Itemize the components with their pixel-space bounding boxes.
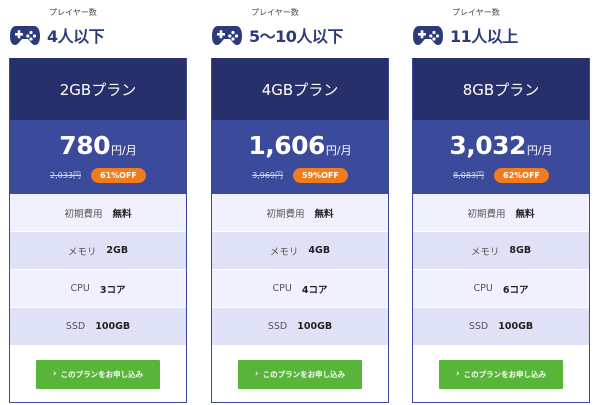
- player-count-header: プレイヤー数 4人以下: [9, 0, 187, 58]
- spec-label: CPU: [70, 283, 90, 294]
- spec-value: 6コア: [502, 284, 529, 296]
- price: 1,606円/月: [212, 131, 388, 160]
- plan-card: 2GBプラン 780円/月 2,033円 61%OFF 初期費用 無料 メモリ …: [9, 58, 187, 403]
- player-count-header: プレイヤー数 5～10人以下: [211, 0, 389, 58]
- original-price: 8,083円: [453, 171, 484, 180]
- pricing-page: プレイヤー数 4人以下 2GBプラン 780円/月 2,033円 61%OFF …: [0, 0, 600, 405]
- cta-area: › このプランをお申し込み: [212, 346, 388, 402]
- spec-row-cpu: CPU 6コア: [413, 270, 589, 308]
- discount-line: 8,083円 62%OFF: [413, 168, 589, 183]
- spec-row-cpu: CPU 4コア: [212, 270, 388, 308]
- player-count-label: プレイヤー数: [452, 8, 500, 17]
- plan-column-8gb: プレイヤー数 11人以上 8GBプラン 3,032円/月 8,083円 62%O…: [412, 0, 590, 403]
- chevron-right-icon: ›: [52, 369, 57, 379]
- apply-plan-button[interactable]: › このプランをお申し込み: [36, 359, 160, 389]
- spec-value: 2GB: [106, 245, 129, 256]
- player-count-value: 5～10人以下: [249, 27, 343, 46]
- spec-label: CPU: [272, 283, 292, 294]
- discount-badge: 61%OFF: [91, 168, 146, 183]
- spec-row-cpu: CPU 3コア: [10, 270, 186, 308]
- price: 780円/月: [10, 131, 186, 160]
- cta-area: › このプランをお申し込み: [10, 346, 186, 402]
- spec-value: 100GB: [95, 321, 131, 332]
- chevron-right-icon: ›: [455, 369, 460, 379]
- price-unit: 円/月: [526, 144, 553, 157]
- spec-label: SSD: [468, 321, 489, 332]
- price-unit: 円/月: [110, 144, 137, 157]
- spec-row-ssd: SSD 100GB: [413, 308, 589, 346]
- plan-name: 8GBプラン: [413, 58, 589, 120]
- spec-row-memory: メモリ 8GB: [413, 232, 589, 270]
- discount-badge: 62%OFF: [494, 168, 549, 183]
- spec-label: SSD: [65, 321, 86, 332]
- spec-row-memory: メモリ 4GB: [212, 232, 388, 270]
- spec-row-memory: メモリ 2GB: [10, 232, 186, 270]
- plan-column-2gb: プレイヤー数 4人以下 2GBプラン 780円/月 2,033円 61%OFF …: [9, 0, 187, 403]
- apply-plan-button[interactable]: › このプランをお申し込み: [439, 359, 563, 389]
- plan-card: 4GBプラン 1,606円/月 3,969円 59%OFF 初期費用 無料 メモ…: [211, 58, 389, 403]
- price-unit: 円/月: [325, 144, 352, 157]
- plan-name: 4GBプラン: [212, 58, 388, 120]
- spec-value: 無料: [515, 208, 535, 220]
- spec-value: 無料: [314, 208, 334, 220]
- spec-label: メモリ: [470, 246, 500, 258]
- spec-row-initial-fee: 初期費用 無料: [212, 194, 388, 232]
- spec-label: 初期費用: [64, 208, 103, 220]
- price-box: 1,606円/月 3,969円 59%OFF: [212, 120, 388, 194]
- spec-label: CPU: [473, 283, 493, 294]
- spec-value: 4コア: [301, 284, 328, 296]
- spec-value: 8GB: [509, 245, 532, 256]
- apply-plan-button-label: このプランをお申し込み: [262, 369, 346, 379]
- spec-label: メモリ: [67, 246, 97, 258]
- price: 3,032円/月: [413, 131, 589, 160]
- spec-label: メモリ: [269, 246, 299, 258]
- spec-value: 無料: [112, 208, 132, 220]
- spec-label: 初期費用: [467, 208, 506, 220]
- spec-row-ssd: SSD 100GB: [10, 308, 186, 346]
- original-price: 3,969円: [252, 171, 283, 180]
- original-price: 2,033円: [50, 171, 81, 180]
- spec-row-initial-fee: 初期費用 無料: [413, 194, 589, 232]
- cta-area: › このプランをお申し込み: [413, 346, 589, 402]
- plan-name: 2GBプラン: [10, 58, 186, 120]
- spec-label: 初期費用: [266, 208, 305, 220]
- spec-row-initial-fee: 初期費用 無料: [10, 194, 186, 232]
- apply-plan-button-label: このプランをお申し込み: [463, 369, 547, 379]
- gamepad-icon: [212, 26, 242, 45]
- plan-card: 8GBプラン 3,032円/月 8,083円 62%OFF 初期費用 無料 メモ…: [412, 58, 590, 403]
- discount-badge: 59%OFF: [293, 168, 348, 183]
- plan-column-4gb: プレイヤー数 5～10人以下 4GBプラン 1,606円/月 3,969円 59…: [211, 0, 389, 403]
- spec-value: 100GB: [498, 321, 534, 332]
- spec-value: 100GB: [297, 321, 333, 332]
- spec-value: 4GB: [308, 245, 331, 256]
- price-amount: 780: [59, 131, 110, 160]
- player-count-value: 11人以上: [450, 27, 518, 46]
- apply-plan-button-label: このプランをお申し込み: [60, 369, 144, 379]
- gamepad-icon: [10, 26, 40, 45]
- spec-value: 3コア: [99, 284, 126, 296]
- price-box: 3,032円/月 8,083円 62%OFF: [413, 120, 589, 194]
- discount-line: 2,033円 61%OFF: [10, 168, 186, 183]
- spec-row-ssd: SSD 100GB: [212, 308, 388, 346]
- player-count-value: 4人以下: [47, 27, 105, 46]
- player-count-label: プレイヤー数: [251, 8, 299, 17]
- gamepad-icon: [413, 26, 443, 45]
- chevron-right-icon: ›: [254, 369, 259, 379]
- apply-plan-button[interactable]: › このプランをお申し込み: [238, 359, 362, 389]
- spec-label: SSD: [267, 321, 288, 332]
- price-box: 780円/月 2,033円 61%OFF: [10, 120, 186, 194]
- player-count-label: プレイヤー数: [49, 8, 97, 17]
- price-amount: 3,032: [449, 131, 526, 160]
- player-count-header: プレイヤー数 11人以上: [412, 0, 590, 58]
- price-amount: 1,606: [248, 131, 325, 160]
- discount-line: 3,969円 59%OFF: [212, 168, 388, 183]
